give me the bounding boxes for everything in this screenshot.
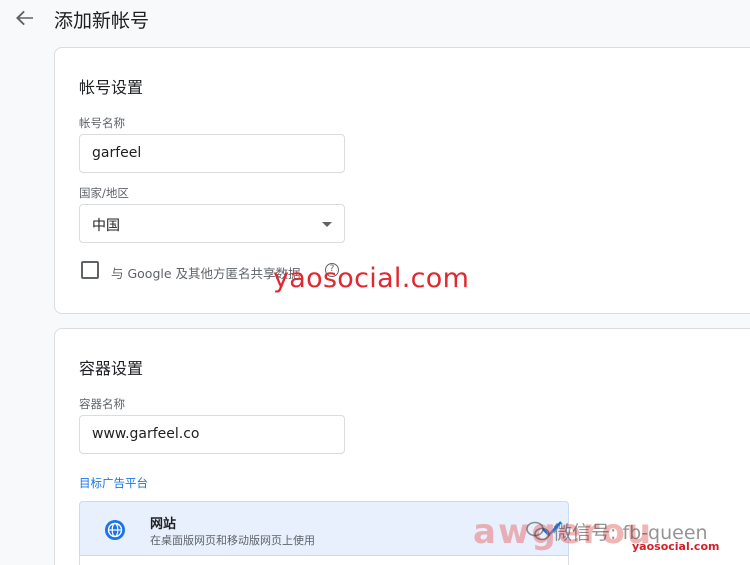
account-name-input[interactable]: garfeel (79, 134, 345, 173)
container-name-input[interactable]: www.garfeel.co (79, 415, 345, 454)
header: 添加新帐号 (0, 0, 750, 40)
dropdown-arrow-icon (322, 222, 332, 227)
account-name-value: garfeel (92, 145, 142, 161)
country-label: 国家/地区 (79, 186, 129, 200)
platform-option-next[interactable] (79, 556, 569, 565)
container-name-value: www.garfeel.co (92, 426, 200, 442)
wechat-icon (525, 518, 551, 544)
back-arrow-icon[interactable] (12, 6, 38, 30)
platform-description: 在桌面版网页和移动版网页上使用 (150, 534, 315, 547)
country-select[interactable]: 中国 (79, 204, 345, 243)
watermark-yaosocial: yaosocial.com (273, 263, 470, 294)
globe-icon (104, 519, 126, 541)
account-settings-title: 帐号设置 (79, 78, 144, 97)
watermark-small: yaosocial.com (632, 540, 720, 553)
share-data-checkbox[interactable] (81, 261, 99, 279)
platform-name: 网站 (150, 517, 177, 532)
account-name-label: 帐号名称 (79, 116, 125, 130)
target-platform-label: 目标广告平台 (79, 476, 148, 490)
container-settings-title: 容器设置 (79, 359, 144, 378)
page-title: 添加新帐号 (54, 10, 150, 32)
container-name-label: 容器名称 (79, 397, 125, 411)
country-value: 中国 (92, 218, 120, 234)
